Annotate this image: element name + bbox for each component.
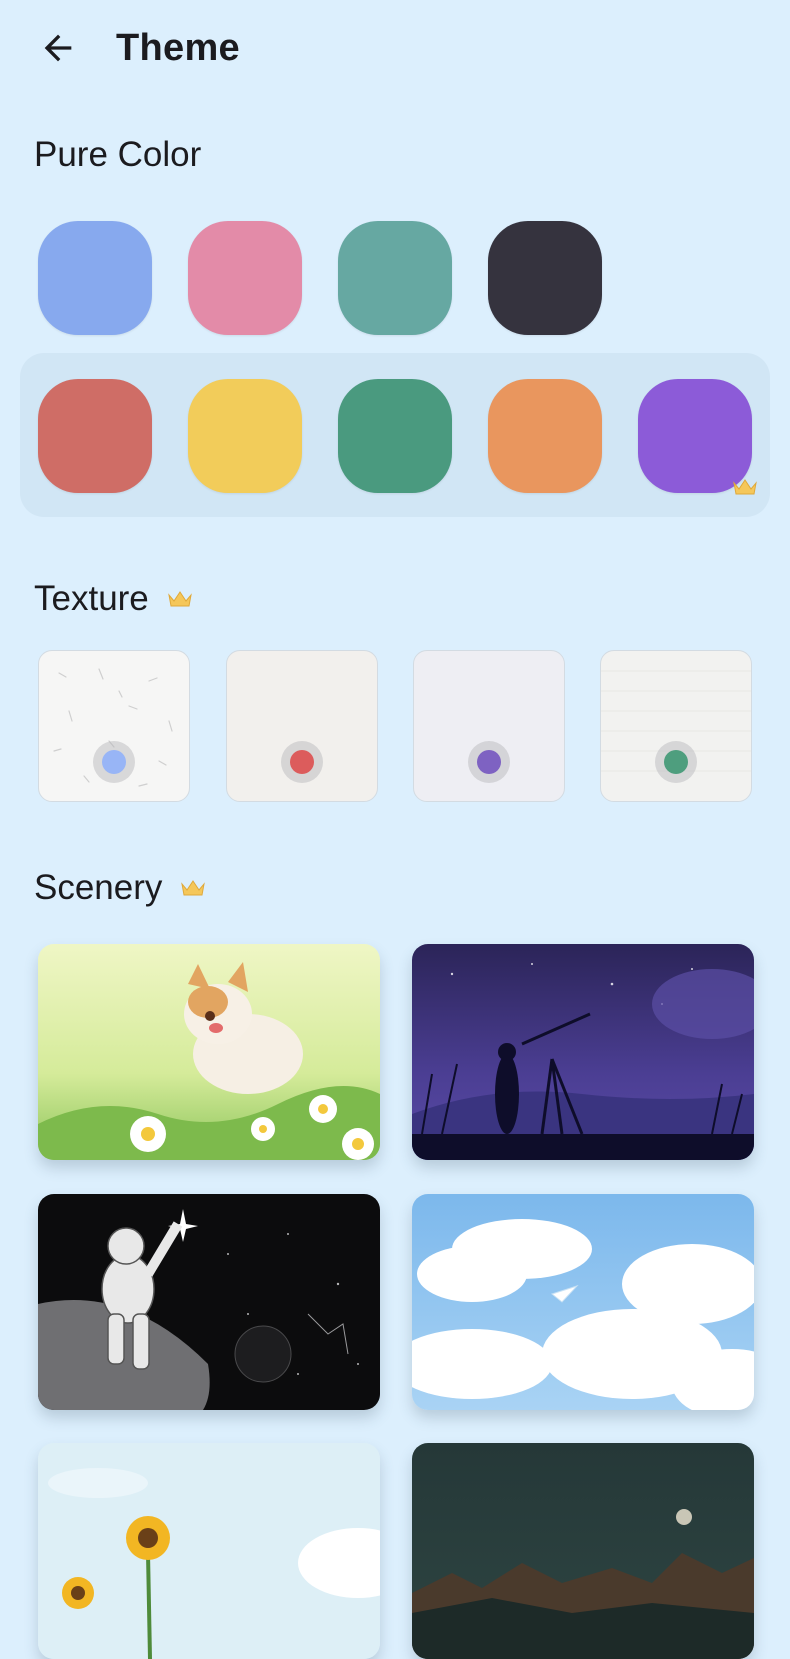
color-dot [290, 750, 314, 774]
texture-tile-speckle[interactable] [38, 650, 190, 802]
scenery-night-mountains[interactable] [412, 1443, 754, 1659]
texture-color-indicator [281, 741, 323, 783]
premium-crown-icon [181, 880, 206, 896]
color-swatch-green[interactable] [338, 379, 452, 493]
texture-tile-paper[interactable] [226, 650, 378, 802]
color-swatch-pink[interactable] [188, 221, 302, 335]
color-swatch-teal[interactable] [338, 221, 452, 335]
texture-tile-rough[interactable] [413, 650, 565, 802]
color-swatch-orange[interactable] [488, 379, 602, 493]
texture-color-indicator [93, 741, 135, 783]
texture-color-indicator [468, 741, 510, 783]
scenery-astronaut[interactable] [38, 1194, 380, 1410]
color-swatch-purple[interactable] [638, 379, 757, 495]
page-title: Theme [116, 27, 240, 69]
scenery-sunflowers[interactable] [38, 1443, 380, 1659]
color-dot [477, 750, 501, 774]
scenery-title: Scenery [34, 866, 206, 910]
texture-title: Texture [34, 577, 193, 621]
color-dot [664, 750, 688, 774]
premium-crown-icon [167, 591, 192, 607]
color-dot [102, 750, 126, 774]
texture-tile-linen[interactable] [600, 650, 752, 802]
app-header: Theme [0, 0, 790, 96]
scenery-puppy-meadow[interactable] [38, 944, 380, 1160]
color-swatch-yellow[interactable] [188, 379, 302, 493]
color-swatch-red[interactable] [38, 379, 152, 493]
scenery-stargazer[interactable] [412, 944, 754, 1160]
back-button[interactable] [34, 24, 82, 72]
premium-crown-icon [733, 479, 757, 495]
texture-title-label: Texture [34, 579, 149, 618]
arrow-left-icon [44, 34, 72, 62]
color-swatch-dark[interactable] [488, 221, 602, 335]
texture-color-indicator [655, 741, 697, 783]
scenery-title-label: Scenery [34, 868, 163, 907]
pure-color-title: Pure Color [34, 135, 202, 174]
color-swatch-blue[interactable] [38, 221, 152, 335]
scenery-clouds[interactable] [412, 1194, 754, 1410]
